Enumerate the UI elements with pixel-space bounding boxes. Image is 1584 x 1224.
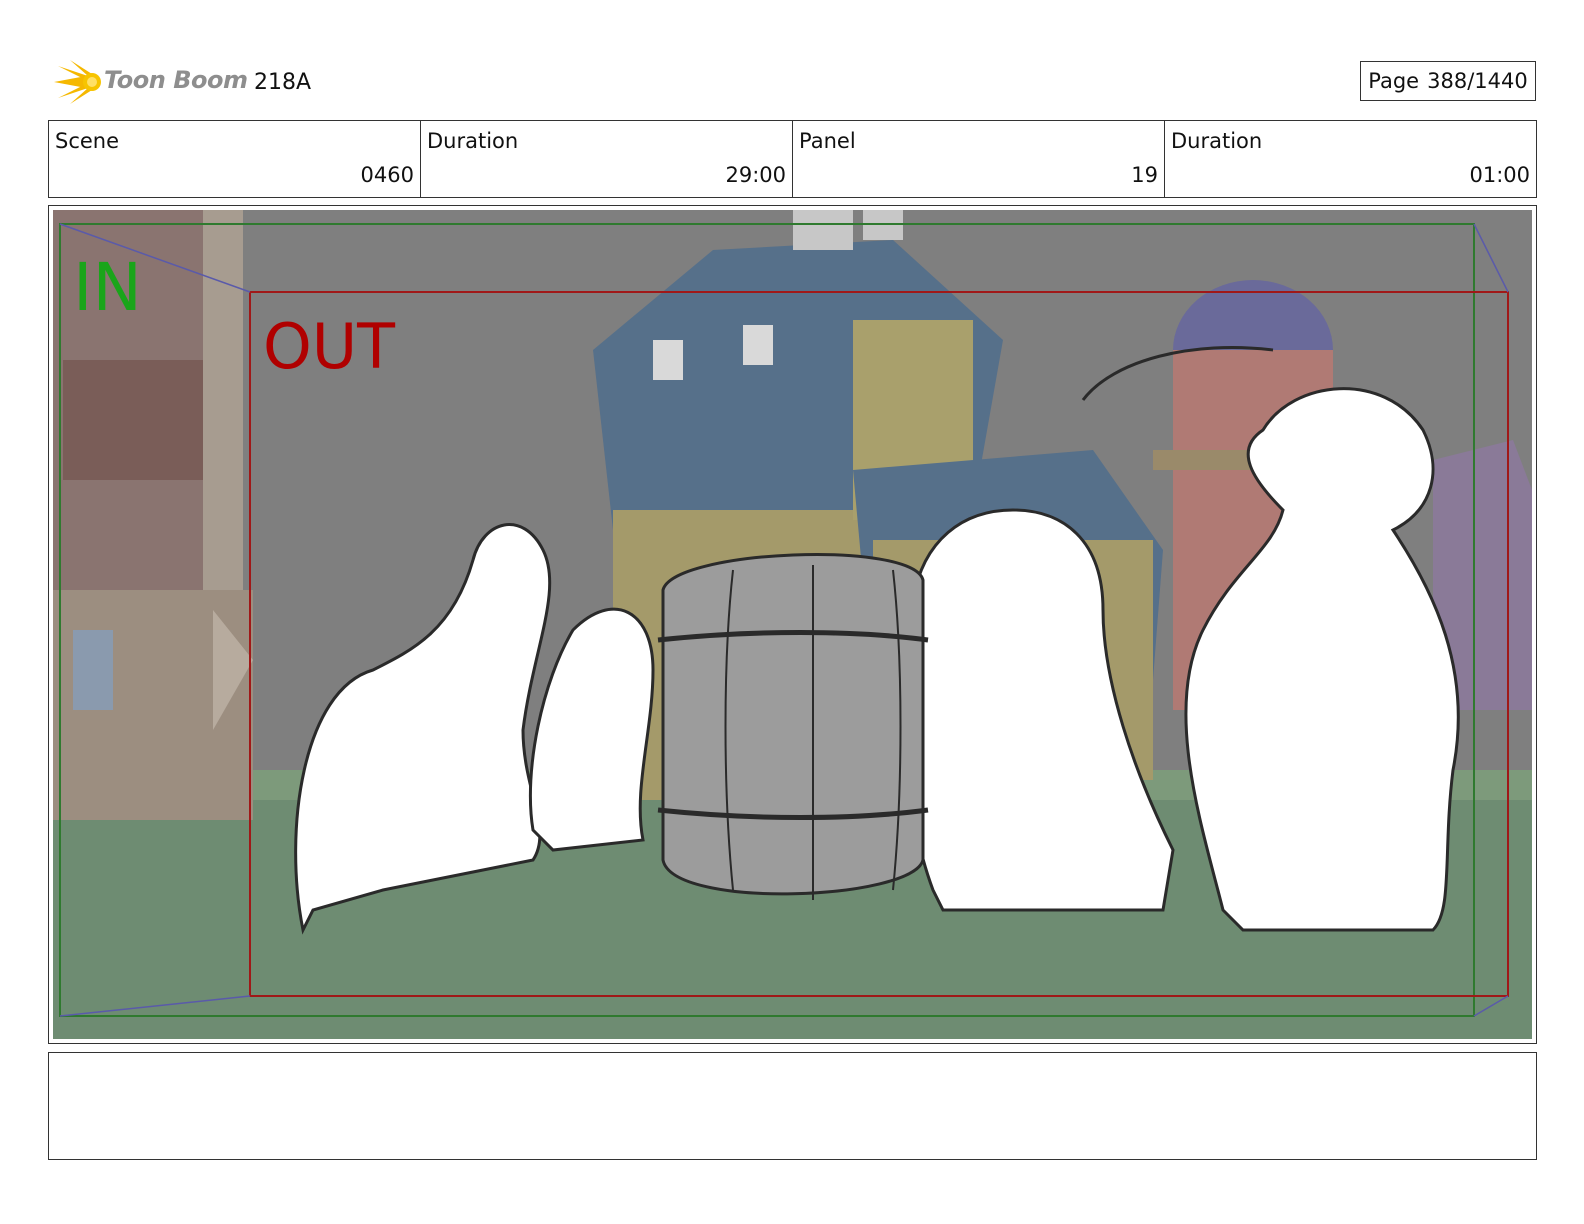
scene-duration-label: Duration [427,129,519,153]
scene-duration-value: 29:00 [725,163,786,187]
scene-value: 0460 [360,163,414,187]
scene-duration-cell: Duration 29:00 [421,121,793,197]
panel-notes [48,1052,1537,1160]
logo-text: Toon Boom [104,66,248,94]
scene-info-bar: Scene 0460 Duration 29:00 Panel 19 Durat… [48,120,1537,198]
out-label: OUT [263,310,396,383]
panel-duration-cell: Duration 01:00 [1165,121,1536,197]
storyboard-panel: IN OUT [48,205,1537,1044]
panel-duration-label: Duration [1171,129,1263,153]
panel-duration-value: 01:00 [1469,163,1530,187]
project-code: 218A [254,70,312,95]
scene-label: Scene [55,129,120,153]
in-label: IN [73,249,142,326]
panel-artwork: IN OUT [53,210,1532,1039]
panel-value: 19 [1131,163,1158,187]
barrel-sketch [657,553,929,900]
page-counter: Page 388/1440 [1360,61,1536,101]
panel-label: Panel [799,129,856,153]
page-label: Page [1368,69,1420,93]
page-value: 388/1440 [1427,69,1528,93]
panel-cell: Panel 19 [793,121,1165,197]
scene-cell: Scene 0460 [49,121,421,197]
